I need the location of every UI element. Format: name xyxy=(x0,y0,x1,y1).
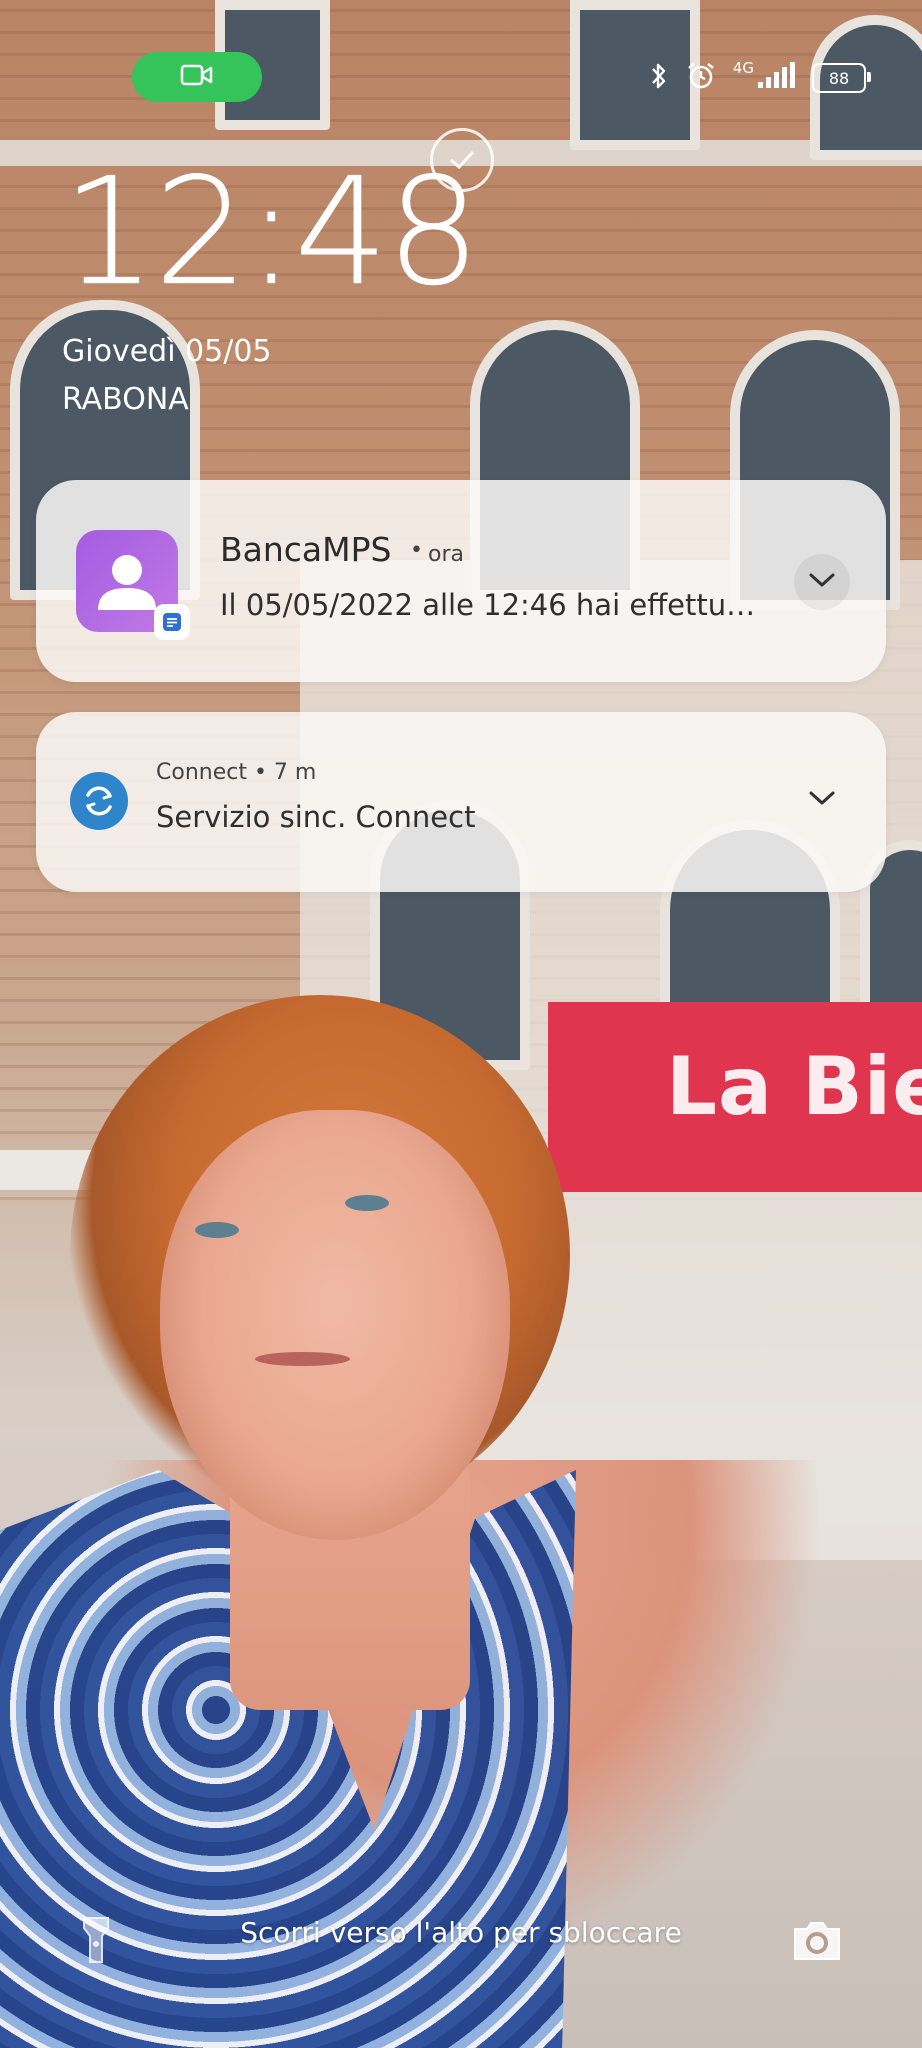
alarm-icon xyxy=(685,60,717,96)
video-call-icon xyxy=(180,63,214,91)
notification-time: ora xyxy=(428,542,464,567)
wallpaper-person-eye xyxy=(345,1195,389,1211)
chevron-down-icon xyxy=(808,571,836,593)
camera-icon[interactable] xyxy=(786,1910,848,1972)
bluetooth-icon xyxy=(649,61,669,95)
notification-text: Il 05/05/2022 alle 12:46 hai effettu… xyxy=(220,588,756,622)
chevron-down-icon xyxy=(808,789,836,811)
lock-screen-date: Giovedì 05/05 xyxy=(62,334,272,369)
battery-level: 88 xyxy=(828,68,850,88)
battery-icon: 88 xyxy=(812,63,871,93)
signal-icon xyxy=(756,62,796,94)
message-icon xyxy=(154,604,190,640)
notification-bancamps[interactable]: BancaMPS • ora Il 05/05/2022 alle 12:46 … xyxy=(36,480,886,682)
wallpaper-banner-text: La Bien xyxy=(666,1040,922,1133)
wallpaper-person-mouth xyxy=(255,1352,350,1366)
notification-separator: • xyxy=(410,538,423,563)
notification-text: Servizio sinc. Connect xyxy=(156,800,476,834)
wallpaper-person-face xyxy=(160,1110,510,1540)
lock-screen[interactable]: La Bien xyxy=(0,0,922,2048)
lock-screen-location: RABONA xyxy=(62,382,189,417)
unlock-hint-text: Scorri verso l'alto per sbloccare xyxy=(240,1916,682,1949)
status-icons: 4G 88 xyxy=(649,59,871,96)
sync-icon xyxy=(70,772,128,830)
expand-notification-button[interactable] xyxy=(794,554,850,610)
notification-app-name: Connect • 7 m xyxy=(156,760,317,785)
wallpaper-red-banner: La Bien xyxy=(548,1002,922,1192)
lock-screen-clock: 12:48 xyxy=(62,146,481,318)
ongoing-call-pill[interactable] xyxy=(132,52,262,102)
expand-notification-button[interactable] xyxy=(794,772,850,828)
notification-connect[interactable]: Connect • 7 m Servizio sinc. Connect xyxy=(36,712,886,892)
network-type-label: 4G xyxy=(732,59,754,77)
notification-app-name: BancaMPS xyxy=(220,530,392,569)
wallpaper-person-eye xyxy=(195,1222,239,1238)
